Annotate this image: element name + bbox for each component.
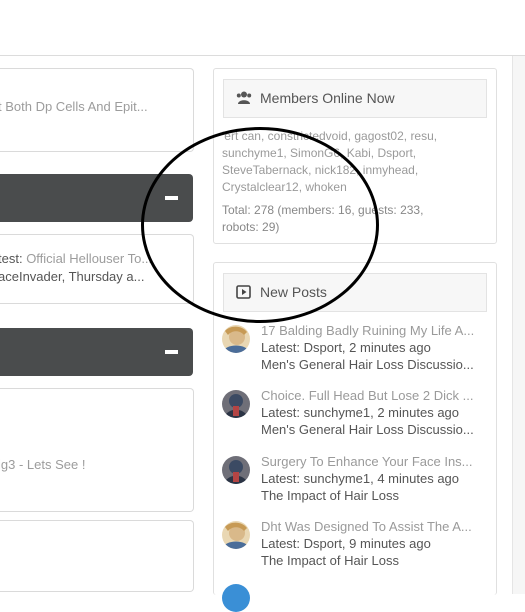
left-thread-box-4 [0,520,194,592]
new-post-item: Dht Was Designed To Assist The A... Late… [222,519,492,579]
post-forum-link[interactable]: The Impact of Hair Loss [261,488,489,503]
avatar[interactable] [222,325,250,353]
member-link[interactable]: Crystalclear12 [222,180,299,194]
members-online-title: Members Online Now [260,90,395,106]
post-forum-link[interactable]: Men's General Hair Loss Discussio... [261,357,489,372]
left-section-header-2 [0,328,193,376]
new-posts-title: New Posts [260,284,327,300]
member-link[interactable]: gagost02 [354,129,403,143]
left-thread-title-1[interactable]: t Both Dp Cells And Epit... [0,99,176,114]
left-thread-meta: aceInvader, Thursday a... [0,269,145,284]
new-posts-header: New Posts [223,273,487,312]
left-thread-latest: test: Official Hellouser To... [0,251,176,266]
post-forum-link[interactable]: Men's General Hair Loss Discussio... [261,422,489,437]
collapse-icon[interactable] [165,196,178,200]
post-title-link[interactable]: Surgery To Enhance Your Face Ins... [261,454,489,469]
post-title-link[interactable]: 17 Balding Badly Ruining My Life A... [261,323,489,338]
member-link[interactable]: 'ert can [222,129,261,143]
post-latest: Latest: Dsport, 2 minutes ago [261,340,431,355]
member-link[interactable]: sunchyme1 [222,146,283,160]
member-link[interactable]: SimonG6 [290,146,340,160]
avatar[interactable] [222,390,250,418]
collapse-icon[interactable] [165,350,178,354]
post-title-link[interactable]: Choice. Full Head But Lose 2 Dick ... [261,388,489,403]
new-post-item: 17 Balding Badly Ruining My Life A... La… [222,323,492,383]
member-link[interactable]: resu [410,129,433,143]
member-link[interactable]: Kabi [347,146,371,160]
member-link[interactable]: constrictedvoid [268,129,348,143]
left-section-header-1 [0,174,193,222]
new-post-item: Surgery To Enhance Your Face Ins... Late… [222,454,492,514]
online-total-line-1: Total: 278 (members: 16, guests: 233, [222,203,424,217]
online-total-line-2: robots: 29) [222,220,280,234]
page-scrollbar[interactable] [512,56,525,594]
member-link[interactable]: inmyhead [363,163,415,177]
member-link[interactable]: Dsport [377,146,412,160]
left-thread-box-2: test: Official Hellouser To... aceInvade… [0,234,194,304]
avatar[interactable] [222,584,250,612]
left-thread-box-3: ig3 - Lets See ! [0,388,194,512]
avatar[interactable] [222,521,250,549]
post-forum-link[interactable]: The Impact of Hair Loss [261,553,489,568]
users-icon [236,91,252,104]
member-link[interactable]: SteveTabernack [222,163,308,177]
member-link[interactable]: nick182 [315,163,356,177]
online-total: Total: 278 (members: 16, guests: 233, ro… [222,202,492,236]
latest-thread-link[interactable]: Official Hellouser To... [26,251,152,266]
left-thread-box-1: t Both Dp Cells And Epit... [0,68,194,152]
new-post-item: Choice. Full Head But Lose 2 Dick ... La… [222,388,492,448]
browser-top-area [0,0,525,56]
post-latest: Latest: Dsport, 9 minutes ago [261,536,431,551]
play-square-icon [236,285,251,299]
post-latest: Latest: sunchyme1, 2 minutes ago [261,405,460,420]
left-thread-title-3[interactable]: ig3 - Lets See ! [0,457,176,472]
online-member-list: 'ert can, constrictedvoid, gagost02, res… [222,129,438,194]
members-online-header: Members Online Now [223,79,487,118]
member-link[interactable]: whoken [305,180,346,194]
latest-label: test: [0,251,27,266]
post-latest: Latest: sunchyme1, 4 minutes ago [261,471,460,486]
avatar[interactable] [222,456,250,484]
post-title-link[interactable]: Dht Was Designed To Assist The A... [261,519,489,534]
